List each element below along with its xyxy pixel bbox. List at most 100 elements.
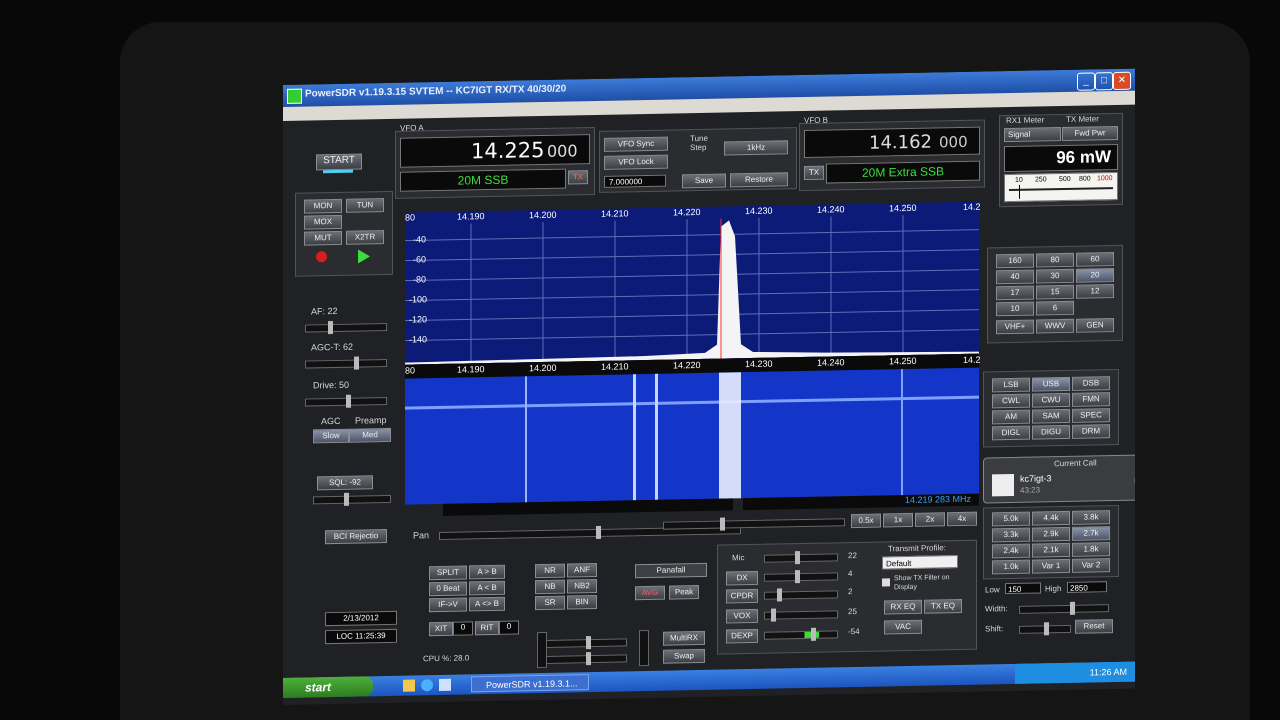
- zoom-slider[interactable]: [663, 517, 845, 531]
- band-10[interactable]: 10: [996, 301, 1034, 317]
- mode-digl[interactable]: DIGL: [992, 425, 1030, 441]
- af-slider[interactable]: [305, 321, 387, 335]
- nb-button[interactable]: NB: [535, 579, 565, 595]
- band-30[interactable]: 30: [1036, 268, 1074, 284]
- avg-button[interactable]: AVG: [635, 585, 665, 601]
- mode-drm[interactable]: DRM: [1072, 424, 1110, 439]
- rx-meter-select[interactable]: Signal: [1004, 127, 1061, 143]
- vfo-b-display[interactable]: 14.162 000: [804, 126, 980, 158]
- mode-lsb[interactable]: LSB: [992, 377, 1030, 393]
- mode-dsb[interactable]: DSB: [1072, 376, 1110, 391]
- vac-button[interactable]: VAC: [884, 619, 922, 635]
- sr-button[interactable]: SR: [535, 595, 565, 611]
- tune-step-select[interactable]: 1kHz: [724, 140, 788, 156]
- explorer-icon[interactable]: [403, 679, 415, 692]
- filter-4-4k[interactable]: 4.4k: [1032, 510, 1070, 526]
- band-vhf[interactable]: VHF+: [996, 319, 1034, 335]
- band-160[interactable]: 160: [996, 253, 1034, 269]
- filter-1-0k[interactable]: 1.0k: [992, 559, 1030, 575]
- mode-sam[interactable]: SAM: [1032, 408, 1070, 424]
- drive-slider[interactable]: [305, 394, 387, 408]
- nr-button[interactable]: NR: [535, 563, 565, 579]
- save-button[interactable]: Save: [682, 173, 726, 189]
- band-17[interactable]: 17: [996, 285, 1034, 301]
- vfo-lock-button[interactable]: VFO Lock: [604, 154, 668, 170]
- agc-t-slider[interactable]: [305, 356, 387, 370]
- xit-value[interactable]: 0: [453, 621, 473, 636]
- close-icon[interactable]: ✕: [1113, 71, 1131, 91]
- mut-button[interactable]: MUT: [304, 230, 342, 246]
- mode-fmn[interactable]: FMN: [1072, 392, 1110, 407]
- mode-am[interactable]: AM: [992, 409, 1030, 425]
- mode-cwu[interactable]: CWU: [1032, 392, 1070, 408]
- multirx-button[interactable]: MultiRX: [663, 630, 705, 646]
- dx-button[interactable]: DX: [726, 570, 758, 586]
- filter-2-4k[interactable]: 2.4k: [992, 543, 1030, 559]
- b-to-a-button[interactable]: A < B: [469, 580, 505, 596]
- zoom-1x[interactable]: 1x: [883, 512, 913, 528]
- filter-low-input[interactable]: 150: [1005, 582, 1041, 595]
- minimize-icon[interactable]: _: [1077, 72, 1095, 91]
- cpdr-slider[interactable]: [764, 588, 838, 602]
- band-80[interactable]: 80: [1036, 252, 1074, 268]
- volume-slider-1[interactable]: [545, 636, 627, 650]
- sql-slider[interactable]: [313, 492, 391, 506]
- mode-cwl[interactable]: CWL: [992, 393, 1030, 409]
- band-60[interactable]: 60: [1076, 252, 1114, 267]
- filter-5k[interactable]: 5.0k: [992, 511, 1030, 527]
- nb2-button[interactable]: NB2: [567, 578, 597, 594]
- swap-button[interactable]: Swap: [663, 648, 705, 664]
- maximize-icon[interactable]: □: [1095, 72, 1113, 91]
- a-to-b-button[interactable]: A > B: [469, 564, 505, 580]
- zero-beat-button[interactable]: 0 Beat: [429, 581, 467, 597]
- display-mode-select[interactable]: Panafall: [635, 562, 707, 579]
- swap-ab-button[interactable]: A <> B: [469, 596, 505, 612]
- mon-button[interactable]: MON: [304, 198, 342, 214]
- filter-2-7k[interactable]: 2.7k: [1072, 526, 1110, 541]
- filter-reset-button[interactable]: Reset: [1075, 619, 1113, 634]
- mode-spec[interactable]: SPEC: [1072, 408, 1110, 423]
- rit-button[interactable]: RIT: [475, 620, 499, 636]
- vfo-a-tx-badge[interactable]: TX: [568, 170, 588, 185]
- sql-button[interactable]: SQL: -92: [317, 475, 373, 491]
- zoom-4x[interactable]: 4x: [947, 511, 977, 527]
- peak-button[interactable]: Peak: [669, 585, 699, 600]
- mox-button[interactable]: MOX: [304, 214, 342, 230]
- rx-eq-button[interactable]: RX EQ: [884, 599, 922, 615]
- record-icon[interactable]: [316, 251, 327, 263]
- zoom-0-5x[interactable]: 0.5x: [851, 513, 881, 529]
- filter-high-input[interactable]: 2850: [1067, 581, 1107, 593]
- zoom-2x[interactable]: 2x: [915, 512, 945, 527]
- filter-3-3k[interactable]: 3.3k: [992, 527, 1030, 543]
- vox-slider[interactable]: [764, 608, 838, 622]
- volume-slider-2[interactable]: [545, 652, 627, 666]
- band-15[interactable]: 15: [1036, 284, 1074, 300]
- mode-digu[interactable]: DIGU: [1032, 424, 1070, 440]
- browser-icon[interactable]: [421, 679, 433, 692]
- bin-button[interactable]: BIN: [567, 594, 597, 610]
- vfo-sync-button[interactable]: VFO Sync: [604, 136, 668, 152]
- band-wwv[interactable]: WWV: [1036, 318, 1074, 334]
- xit-button[interactable]: XIT: [429, 621, 453, 637]
- transmit-profile-select[interactable]: Default: [882, 555, 958, 570]
- filter-shift-slider[interactable]: [1019, 622, 1071, 636]
- band-6[interactable]: 6: [1036, 300, 1074, 316]
- filter-3-8k[interactable]: 3.8k: [1072, 510, 1110, 525]
- mute-icon[interactable]: [1134, 473, 1135, 488]
- band-gen[interactable]: GEN: [1076, 318, 1114, 333]
- filter-2-9k[interactable]: 2.9k: [1032, 526, 1070, 542]
- play-icon[interactable]: [358, 249, 370, 264]
- x2tr-button[interactable]: X2TR: [346, 230, 384, 245]
- waterfall-display[interactable]: 80 14.190 14.200 14.210 14.220 14.230 14…: [405, 353, 981, 505]
- filter-var1[interactable]: Var 1: [1032, 558, 1070, 574]
- tx-meter-select[interactable]: Fwd Pwr: [1062, 125, 1118, 142]
- band-20[interactable]: 20: [1076, 268, 1114, 283]
- start-menu-button[interactable]: start: [283, 676, 373, 698]
- dexp-slider[interactable]: [764, 627, 838, 641]
- rit-value[interactable]: 0: [499, 620, 519, 635]
- band-12[interactable]: 12: [1076, 284, 1114, 299]
- filter-var2[interactable]: Var 2: [1072, 558, 1110, 573]
- vfo-b-tx-badge[interactable]: TX: [804, 165, 824, 180]
- vfo-a-display[interactable]: 14.225 000: [400, 134, 590, 168]
- restore-button[interactable]: Restore: [730, 172, 788, 188]
